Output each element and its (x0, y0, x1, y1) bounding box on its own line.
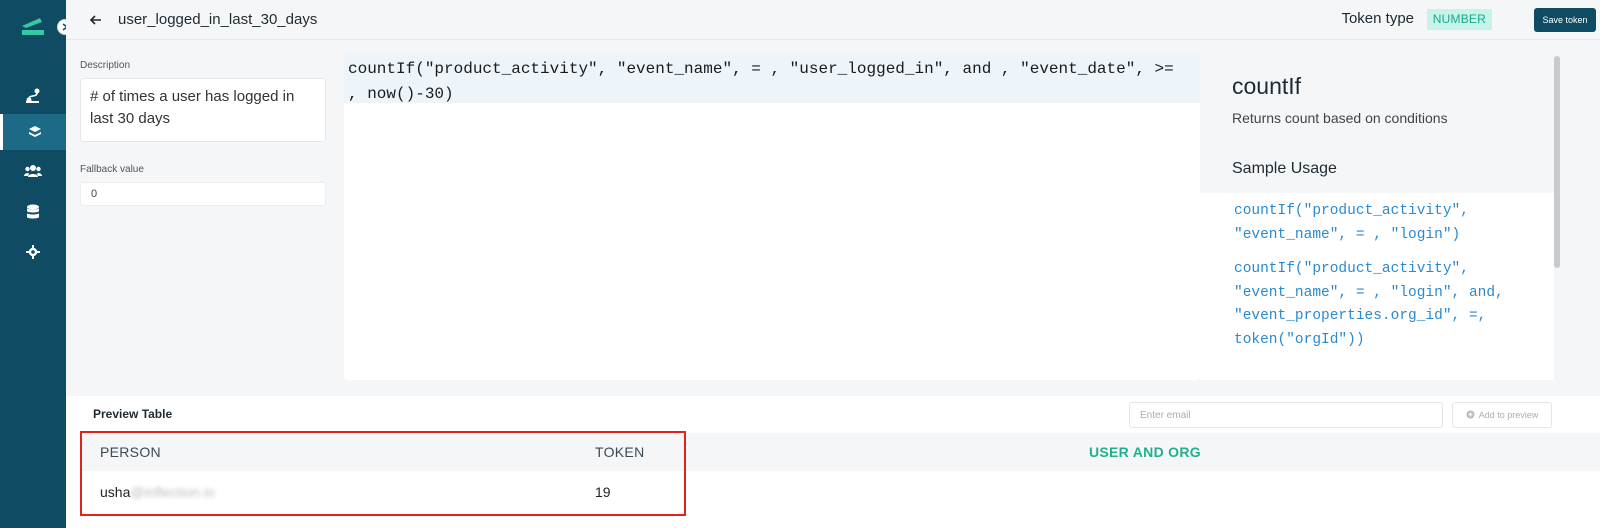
fallback-value-field[interactable]: 0 (80, 182, 326, 206)
formula-editor[interactable]: countIf("product_activity", "event_name"… (344, 53, 1200, 380)
description-label: Description (80, 60, 131, 71)
users-icon (24, 164, 42, 178)
sidebar-item-users[interactable] (0, 153, 66, 189)
function-name: countIf (1232, 73, 1302, 99)
email-input[interactable] (1129, 402, 1443, 428)
sidebar-item-settings[interactable] (0, 234, 66, 270)
token-icon (27, 124, 43, 140)
header: user_logged_in_last_30_days Token type N… (66, 0, 1600, 40)
plus-circle-icon (1466, 410, 1475, 421)
formula-code[interactable]: countIf("product_activity", "event_name"… (348, 57, 1188, 107)
sample-usage-code: countIf("product_activity", "event_name"… (1234, 203, 1478, 243)
add-to-preview-button[interactable]: Add to preview (1452, 402, 1552, 428)
fallback-label: Fallback value (80, 164, 144, 175)
page-title: user_logged_in_last_30_days (118, 11, 318, 28)
sidebar (0, 0, 73, 528)
flow-icon (24, 87, 42, 105)
sidebar-item-data[interactable] (0, 194, 66, 230)
highlight-box (80, 431, 686, 516)
sidebar-item-journeys[interactable] (0, 78, 66, 114)
sample-usage-heading: Sample Usage (1232, 160, 1337, 177)
function-help-panel: countIf Returns count based on condition… (1200, 53, 1554, 380)
column-header-user-and-org[interactable]: USER AND ORG (1089, 444, 1201, 460)
sample-usage-code: countIf("product_activity", "event_name"… (1234, 261, 1513, 348)
token-type-badge[interactable]: NUMBER (1426, 9, 1492, 30)
token-type-label: Token type (1341, 10, 1414, 27)
function-description: Returns count based on conditions (1232, 110, 1448, 126)
save-token-button[interactable]: Save token (1534, 8, 1596, 32)
token-editor-area: Description # of times a user has logged… (66, 40, 1600, 396)
database-icon (26, 204, 40, 220)
description-field[interactable]: # of times a user has logged in last 30 … (80, 78, 326, 142)
add-to-preview-label: Add to preview (1478, 410, 1539, 420)
sidebar-item-tokens[interactable] (0, 114, 66, 150)
preview-section: Preview Table Add to preview PERSON TOKE… (66, 396, 1600, 528)
back-arrow-icon[interactable] (88, 12, 104, 28)
logo-icon[interactable] (18, 16, 46, 38)
gear-icon (26, 245, 40, 259)
preview-title: Preview Table (93, 407, 173, 421)
help-scrollbar[interactable] (1554, 56, 1560, 268)
